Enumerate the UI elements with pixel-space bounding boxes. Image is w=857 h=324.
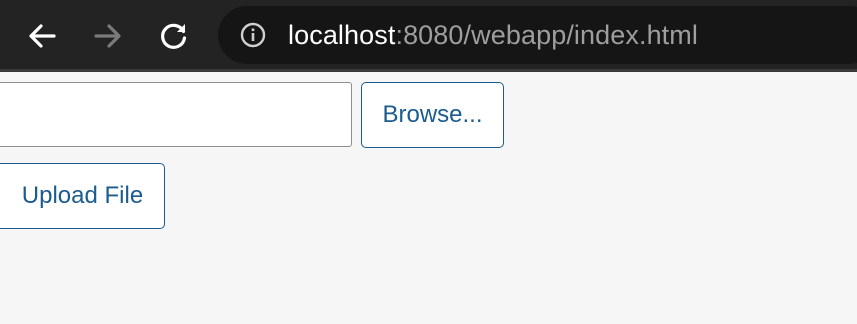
file-path-field[interactable]: [0, 82, 352, 147]
forward-button[interactable]: [84, 12, 132, 60]
browser-toolbar: localhost:8080/webapp/index.html: [0, 0, 857, 72]
info-icon[interactable]: [240, 22, 266, 48]
arrow-right-icon: [94, 24, 121, 48]
reload-icon: [161, 23, 187, 49]
reload-button[interactable]: [150, 12, 198, 60]
arrow-left-icon: [29, 24, 56, 48]
url-host: localhost: [288, 20, 396, 50]
url-text[interactable]: localhost:8080/webapp/index.html: [288, 19, 698, 51]
back-button[interactable]: [18, 12, 66, 60]
address-bar[interactable]: localhost:8080/webapp/index.html: [218, 6, 857, 64]
url-path: :8080/webapp/index.html: [395, 20, 698, 50]
browse-button[interactable]: Browse...: [361, 82, 504, 148]
upload-file-button[interactable]: Upload File: [0, 163, 165, 229]
